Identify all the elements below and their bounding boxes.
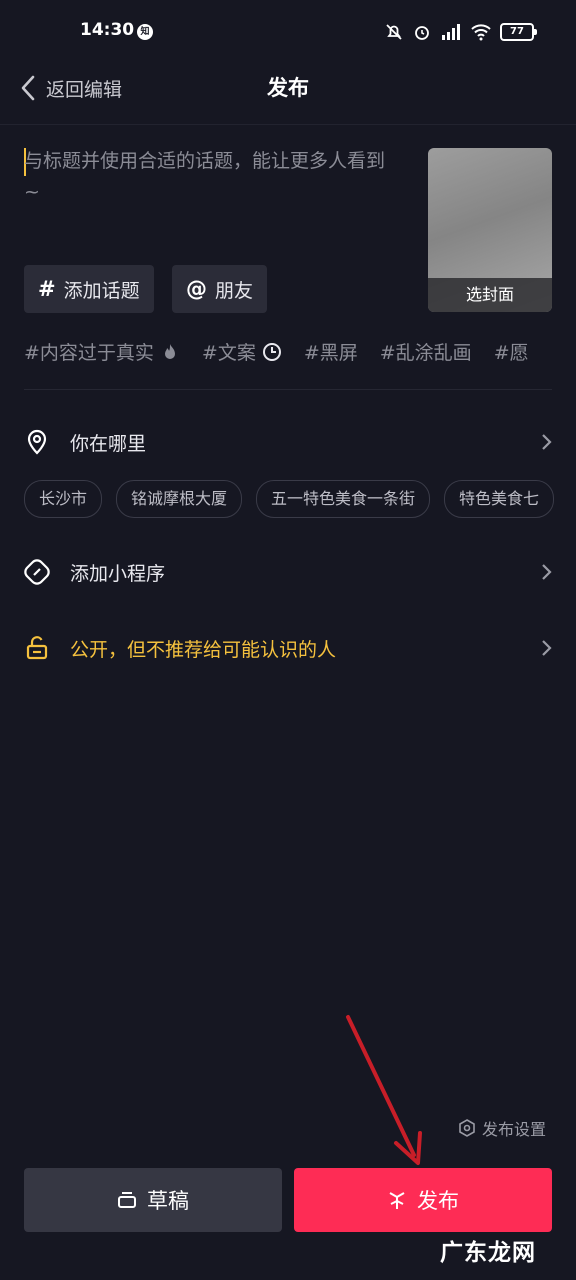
- hashtag-text: #愿: [493, 342, 529, 364]
- location-pin-icon: [27, 429, 47, 455]
- mention-friends-button[interactable]: @ 朋友: [172, 265, 268, 313]
- hashtag-suggestion[interactable]: #黑屏: [304, 338, 358, 365]
- location-row[interactable]: 你在哪里: [24, 422, 552, 462]
- draft-box-icon: [118, 1192, 136, 1208]
- draft-label: 草稿: [147, 1189, 189, 1213]
- alarm-icon: [415, 26, 429, 40]
- publish-label: 发布: [417, 1189, 459, 1213]
- notification-badge-icon: 知: [137, 24, 153, 40]
- save-draft-button[interactable]: 草稿: [24, 1168, 282, 1232]
- annotation-arrow-icon: [346, 1015, 422, 1165]
- add-topic-button[interactable]: # 添加话题: [24, 265, 154, 313]
- mention-friends-label: 朋友: [215, 279, 254, 302]
- chevron-right-icon: [542, 640, 552, 656]
- status-icons: 77: [384, 20, 537, 44]
- hashtag-suggestion[interactable]: #愿: [494, 338, 529, 365]
- hashtag-icon: #: [38, 277, 56, 301]
- signal-icon: [442, 24, 460, 40]
- mini-program-label: 添加小程序: [70, 562, 166, 585]
- caption-input[interactable]: 与标题并使用合适的话题，能让更多人看到 ~: [24, 146, 404, 208]
- page-title: 发布: [267, 76, 309, 100]
- chevron-right-icon: [542, 564, 552, 580]
- sparkle-icon: [389, 1192, 405, 1209]
- watermark: 广东龙网: [440, 1240, 536, 1266]
- mute-bell-icon: [386, 24, 402, 40]
- add-topic-label: 添加话题: [63, 279, 140, 302]
- publish-settings-label: 发布设置: [482, 1120, 547, 1139]
- status-time: 14:30: [80, 20, 135, 40]
- location-chip[interactable]: 特色美食七: [444, 480, 555, 518]
- publish-button[interactable]: 发布: [294, 1168, 552, 1232]
- hashtag-suggestion[interactable]: #乱涂乱画: [380, 338, 472, 365]
- location-suggestions: 长沙市 铭诚摩根大厦 五一特色美食一条街 特色美食七: [24, 480, 576, 518]
- hashtag-text: #黑屏: [303, 342, 358, 364]
- mini-program-row[interactable]: 添加小程序: [24, 552, 552, 592]
- hashtag-suggestion[interactable]: #内容过于真实: [24, 338, 180, 365]
- privacy-row[interactable]: 公开，但不推荐给可能认识的人: [24, 628, 552, 668]
- settings-icon: [459, 1119, 475, 1137]
- location-chip[interactable]: 长沙市: [24, 480, 103, 518]
- cover-picker[interactable]: 选封面: [428, 148, 552, 312]
- at-icon: @: [186, 277, 207, 301]
- header-divider: [0, 124, 576, 125]
- hashtag-text: #文案: [201, 342, 256, 364]
- unlock-icon: [26, 636, 48, 660]
- cover-label: 选封面: [428, 278, 552, 312]
- location-chip[interactable]: 五一特色美食一条街: [256, 480, 431, 518]
- chevron-right-icon: [542, 434, 552, 450]
- privacy-label: 公开，但不推荐给可能认识的人: [70, 638, 337, 661]
- location-label: 你在哪里: [70, 432, 147, 455]
- link-icon: [24, 559, 50, 585]
- clock-icon: [262, 342, 281, 361]
- location-chip[interactable]: 铭诚摩根大厦: [116, 480, 243, 518]
- battery-icon: 77: [500, 23, 537, 41]
- fire-icon: [164, 343, 175, 359]
- hashtag-suggestion[interactable]: #文案: [202, 338, 282, 365]
- wifi-icon: [471, 24, 491, 41]
- section-divider: [24, 389, 552, 390]
- publish-settings-button[interactable]: 发布设置: [458, 1116, 546, 1140]
- hashtag-text: #内容过于真实: [24, 342, 154, 364]
- hashtag-text: #乱涂乱画: [379, 342, 472, 364]
- hashtag-suggestions: #内容过于真实 #文案 #黑屏 #乱涂乱画 #愿: [24, 338, 576, 365]
